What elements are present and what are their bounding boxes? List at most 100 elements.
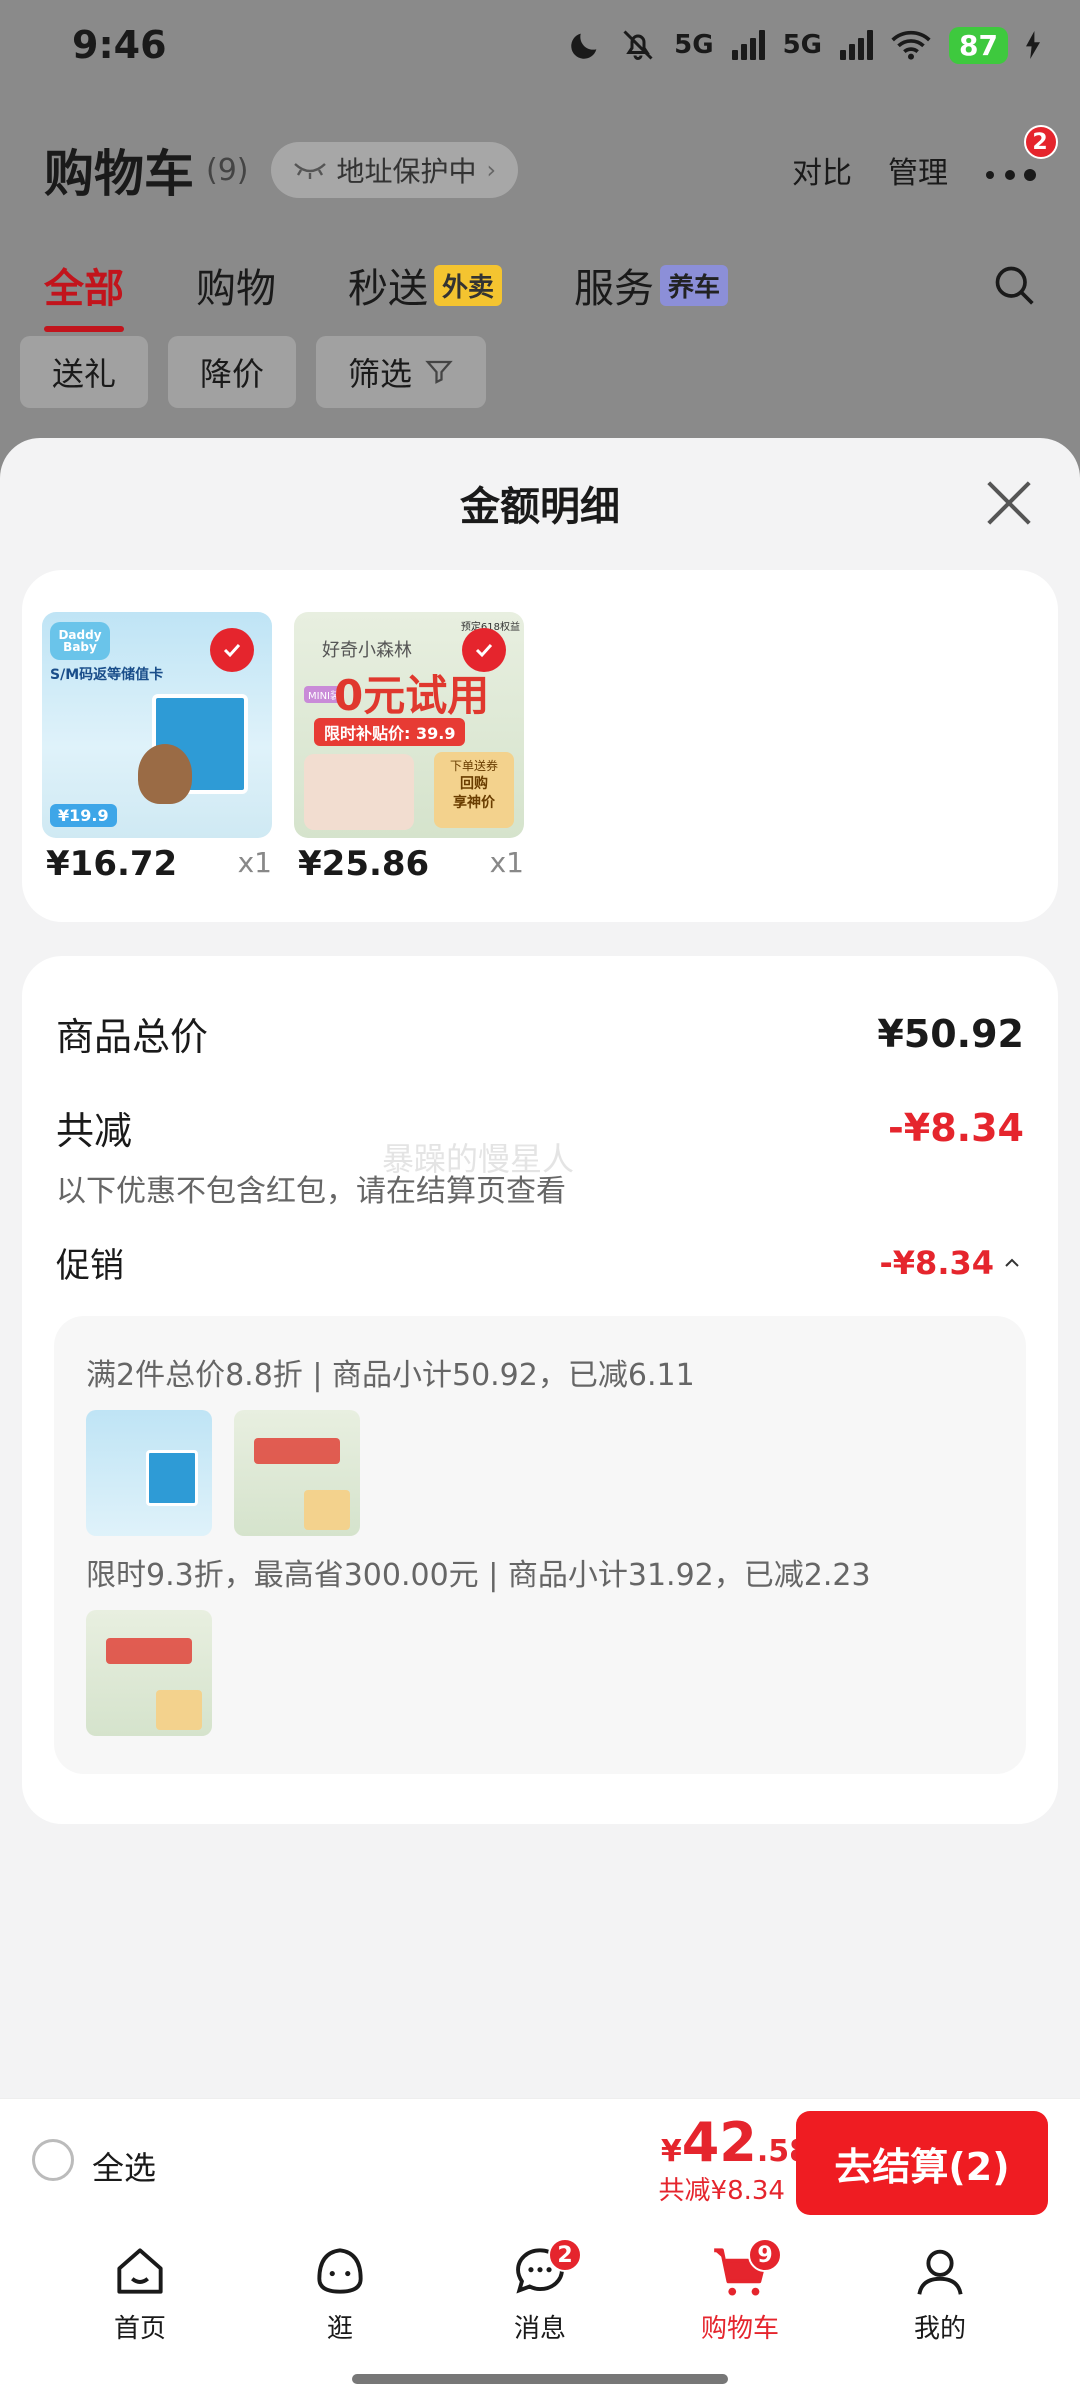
tab-shopping[interactable]: 购物 xyxy=(196,256,276,314)
cart-header: 购物车 (9) 地址保护中 › 对比 管理 2 xyxy=(0,125,1080,210)
promotion-rule-text: 限时9.3折，最高省300.00元 | 商品小计31.92，已减2.23 xyxy=(86,1558,871,1593)
nav-label: 购物车 xyxy=(700,2314,779,2344)
total-value: ¥50.92 xyxy=(877,1011,1024,1056)
product-price: ¥16.72 xyxy=(46,844,178,884)
product-qty: x1 xyxy=(489,846,524,879)
chevron-right-icon: › xyxy=(486,156,497,184)
filter-price-drop[interactable]: 降价 xyxy=(168,336,297,408)
signal-icon xyxy=(731,30,765,60)
tab-service[interactable]: 服务 养车 xyxy=(574,256,729,314)
manage-button[interactable]: 管理 xyxy=(888,148,948,192)
network-5g-2: 5G xyxy=(782,30,823,60)
car-care-tag: 养车 xyxy=(660,264,729,306)
takeout-tag: 外卖 xyxy=(434,264,503,306)
status-time: 9:46 xyxy=(72,23,167,67)
checkout-bar: 全选 ¥42.58 共减¥8.34 ⌄ 去结算(2) xyxy=(0,2098,1080,2226)
more-menu-button[interactable]: 2 xyxy=(984,125,1058,193)
product-image-subprice: 限时补贴价: 39.9 xyxy=(314,718,466,746)
product-image-headline: 0元试用 xyxy=(334,671,490,720)
more-dots-icon xyxy=(986,169,1036,181)
product-qty: x1 xyxy=(237,846,272,879)
tab-all[interactable]: 全部 xyxy=(44,256,124,332)
home-indicator[interactable] xyxy=(352,2374,728,2384)
select-all-label[interactable]: 全选 xyxy=(92,2143,156,2189)
nav-profile[interactable]: 我的 xyxy=(870,2240,1010,2400)
tab-label: 秒送 xyxy=(348,266,428,312)
promotion-rule-text: 满2件总价8.8折 | 商品小计50.92，已减6.11 xyxy=(86,1358,695,1393)
chip-label: 筛选 xyxy=(348,355,413,393)
checkout-button[interactable]: 去结算(2) xyxy=(796,2111,1048,2215)
tab-label: 服务 xyxy=(574,266,655,312)
mute-bell-icon xyxy=(623,30,653,60)
promotion-row[interactable]: 促销 -¥8.34 xyxy=(56,1238,1024,1287)
product-image-price: ¥19.9 xyxy=(50,804,117,827)
promo-thumb-diaper-card[interactable] xyxy=(86,1410,212,1536)
total-price-block[interactable]: ¥42.58 共减¥8.34 ⌄ xyxy=(659,2111,810,2207)
saved-amount: 共减¥8.34 xyxy=(658,2176,785,2206)
nav-home[interactable]: 首页 xyxy=(70,2240,210,2400)
promotion-label: 促销 xyxy=(56,1246,124,1286)
product-item[interactable]: 预定618权益 好奇小森林 MINI装 0元试用 限时补贴价: 39.9 下单送… xyxy=(294,612,524,884)
cart-count: (9) xyxy=(206,152,249,188)
more-badge: 2 xyxy=(1024,125,1058,159)
status-icons: 5G 5G 87 xyxy=(568,26,1040,64)
nav-label: 我的 xyxy=(913,2314,966,2344)
product-image-title: S/M码返等储值卡 xyxy=(50,667,164,683)
selected-check-icon xyxy=(462,628,506,672)
reduction-label: 共减 xyxy=(56,1109,133,1153)
currency-symbol: ¥ xyxy=(660,2134,682,2169)
chevron-up-icon[interactable] xyxy=(1000,1251,1024,1275)
product-image-diaper-storage-card: Daddy Baby S/M码返等储值卡 ¥19.9 xyxy=(42,612,272,838)
mini-red-graphic xyxy=(106,1638,192,1664)
promotion-detail-box: 满2件总价8.8折 | 商品小计50.92，已减6.11 限时9.3折，最高省3… xyxy=(54,1316,1026,1774)
product-brand-text: Daddy Baby xyxy=(58,628,102,654)
tab-express[interactable]: 秒送 外卖 xyxy=(348,256,503,314)
product-brand-badge: Daddy Baby xyxy=(50,622,110,660)
mini-pack-graphic xyxy=(146,1450,198,1506)
gift-note-line2: 回购 xyxy=(460,775,488,792)
baby-photo-graphic xyxy=(304,754,414,830)
product-price: ¥25.86 xyxy=(298,844,430,884)
page-title: 购物车 xyxy=(44,145,194,203)
selected-products-card: Daddy Baby S/M码返等储值卡 ¥19.9 ¥16.72 x1 预定6… xyxy=(22,570,1058,922)
chip-label: 送礼 xyxy=(52,355,117,393)
reduction-note: 以下优惠不包含红包，请在结算页查看 xyxy=(56,1174,566,1209)
cart-badge: 9 xyxy=(748,2238,782,2272)
promo-thumb-huggies[interactable] xyxy=(234,1410,360,1536)
filter-button[interactable]: 筛选 xyxy=(316,336,487,408)
search-icon[interactable] xyxy=(992,263,1036,307)
battery-indicator: 87 xyxy=(949,26,1008,64)
product-image-huggies-trial: 预定618权益 好奇小森林 MINI装 0元试用 限时补贴价: 39.9 下单送… xyxy=(294,612,524,838)
nav-label: 逛 xyxy=(326,2314,353,2344)
cart-tabs: 全部 购物 秒送 外卖 服务 养车 xyxy=(0,250,1080,332)
select-all-radio[interactable] xyxy=(32,2139,74,2181)
signal-icon-2 xyxy=(840,30,874,60)
product-item[interactable]: Daddy Baby S/M码返等储值卡 ¥19.9 ¥16.72 x1 xyxy=(42,612,272,884)
tab-label: 购物 xyxy=(196,266,276,312)
address-pill-label: 地址保护中 xyxy=(336,155,477,188)
bear-graphic xyxy=(138,744,192,804)
promo-thumb-huggies[interactable] xyxy=(86,1610,212,1736)
network-5g-1: 5G xyxy=(674,30,714,60)
nav-label: 首页 xyxy=(113,2314,166,2344)
sheet-title: 金额明细 xyxy=(460,484,620,530)
close-icon[interactable] xyxy=(982,476,1036,530)
mini-gold-graphic xyxy=(156,1690,202,1730)
amount-detail-sheet: 金额明细 Daddy Baby S/M码返等储值卡 ¥19.9 ¥16.72 x… xyxy=(0,438,1080,2128)
filter-gift[interactable]: 送礼 xyxy=(20,336,149,408)
mini-gold-graphic xyxy=(304,1490,350,1530)
home-icon xyxy=(117,2248,163,2294)
promotion-value: -¥8.34 xyxy=(879,1243,995,1282)
wifi-icon xyxy=(891,30,931,60)
compare-button[interactable]: 对比 xyxy=(792,148,852,192)
filter-chips: 送礼 降价 筛选 xyxy=(20,336,487,408)
messages-badge: 2 xyxy=(548,2238,582,2272)
charging-icon xyxy=(1026,31,1040,59)
status-bar: 9:46 5G 5G 87 xyxy=(0,0,1080,90)
moon-icon xyxy=(571,33,597,59)
address-protection-pill[interactable]: 地址保护中 › xyxy=(270,142,519,198)
reduction-value: -¥8.34 xyxy=(888,1105,1024,1150)
mini-red-graphic xyxy=(254,1438,340,1464)
price-integer: 42 xyxy=(681,2111,757,2174)
product-gift-note: 下单送券 回购 享神价 xyxy=(434,752,514,828)
